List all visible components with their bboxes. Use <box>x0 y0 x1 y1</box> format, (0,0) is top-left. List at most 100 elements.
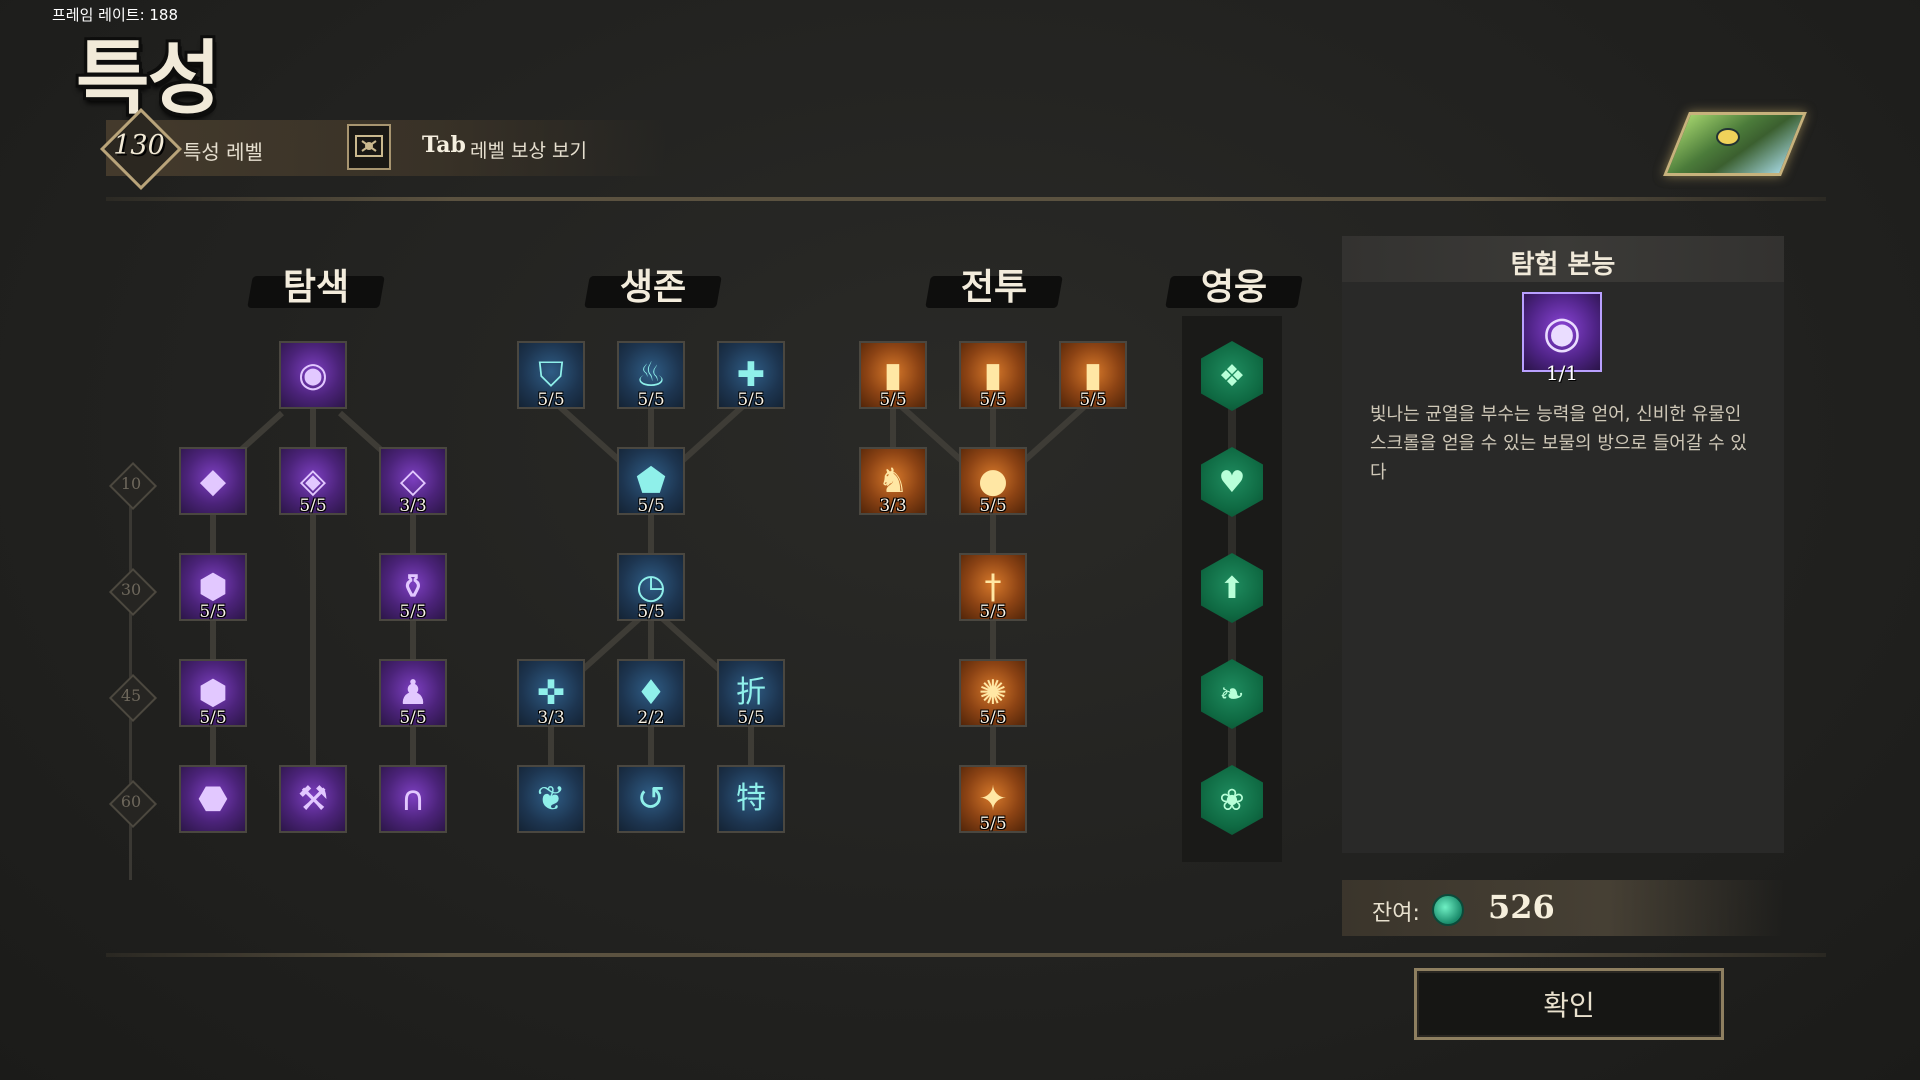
glyph-fold-icon: 折 <box>736 675 766 710</box>
confirm-button[interactable]: 확인 <box>1414 968 1724 1040</box>
combat-node-r3c2[interactable]: ✺ 5/5 <box>959 659 1027 728</box>
node-count: 5/5 <box>879 390 907 410</box>
crystal-icon: ◆ <box>199 461 227 501</box>
swirl-portal-icon: ◉ <box>1522 292 1602 372</box>
beast-icon: ♞ <box>877 461 909 501</box>
combat-node-r0c2[interactable]: ▮ 5/5 <box>959 341 1027 410</box>
level-reward-label[interactable]: 레벨 보상 보기 <box>470 136 587 163</box>
exploration-node-r2c1[interactable]: ⬢ 5/5 <box>179 553 247 622</box>
glyph-special-icon: 特 <box>736 781 766 816</box>
top-divider <box>106 197 1826 201</box>
detail-title: 탐험 본능 <box>1510 250 1616 280</box>
exploration-node-r4c3[interactable]: ∩ <box>379 765 447 833</box>
combat-node-r1c2[interactable]: ● 5/5 <box>959 447 1027 516</box>
survival-node-r0c3[interactable]: ✚ 5/5 <box>717 341 785 410</box>
combat-node-r2c2[interactable]: † 5/5 <box>959 553 1027 622</box>
rune-diamond-icon: ◇ <box>399 461 427 501</box>
level-marker-30-label: 30 <box>120 580 142 599</box>
node-count: 5/5 <box>299 496 327 516</box>
survival-node-r4c1[interactable]: ❦ <box>517 765 585 833</box>
treasure-pot-icon: ⚱ <box>398 567 428 607</box>
sword-icon: † <box>984 567 1002 607</box>
node-count: 5/5 <box>979 496 1007 516</box>
category-combat-title: 전투 <box>934 266 1054 310</box>
category-survival-title: 생존 <box>593 266 713 310</box>
leaf-icon: ❀ <box>1219 782 1245 818</box>
exploration-node-r1c2[interactable]: ◈ 5/5 <box>279 447 347 516</box>
connector <box>410 500 416 800</box>
survival-node-r4c3[interactable]: 特 <box>717 765 785 833</box>
exploration-node-r3c3[interactable]: ♟ 5/5 <box>379 659 447 728</box>
explosion-icon: ✺ <box>978 673 1008 713</box>
node-count: 5/5 <box>979 602 1007 622</box>
coins-stack-icon: ⬢ <box>198 673 228 713</box>
category-hero-title: 영웅 <box>1174 266 1294 310</box>
star-burst-icon: ✦ <box>978 779 1008 819</box>
money-bag-icon: ♟ <box>397 673 429 713</box>
combat-node-r0c3[interactable]: ▮ 5/5 <box>1059 341 1127 410</box>
survival-node-r3c3[interactable]: 折 5/5 <box>717 659 785 728</box>
eagle-icon: ❖ <box>1218 358 1246 394</box>
clock-icon: ◷ <box>636 567 666 607</box>
node-count: 3/3 <box>879 496 907 516</box>
heal-plus-icon: ✚ <box>736 355 766 395</box>
category-exploration-title: 탐색 <box>256 266 376 310</box>
node-count: 5/5 <box>637 390 665 410</box>
leaf-wings-icon: ❧ <box>1219 676 1245 712</box>
node-count: 5/5 <box>399 708 427 728</box>
node-count: 5/5 <box>737 708 765 728</box>
node-count: 3/3 <box>537 708 565 728</box>
bomb-icon: ● <box>978 461 1008 501</box>
level-marker-60-label: 60 <box>120 792 142 811</box>
survival-node-r2c2[interactable]: ◷ 5/5 <box>617 553 685 622</box>
card-gold-icon: ▮ <box>1083 355 1103 395</box>
remaining-label: 잔여: <box>1372 901 1420 926</box>
exploration-root-node[interactable]: ◉ <box>279 341 347 409</box>
connector <box>680 404 745 463</box>
connector <box>210 500 216 800</box>
survival-node-r3c2[interactable]: ♦ 2/2 <box>617 659 685 728</box>
armor-icon: ⛉ <box>538 355 564 395</box>
node-count: 5/5 <box>199 708 227 728</box>
swirl-portal-icon: ◉ <box>298 355 328 395</box>
level-marker-10-label: 10 <box>120 474 142 493</box>
coin-icon: ⬢ <box>198 567 228 607</box>
rotate-icon: ↺ <box>636 779 666 819</box>
arrow-up-icon: ⬆ <box>1219 570 1245 606</box>
exploration-node-r2c3[interactable]: ⚱ 5/5 <box>379 553 447 622</box>
survival-node-r0c2[interactable]: ♨ 5/5 <box>617 341 685 410</box>
scroll-reward-icon <box>355 135 383 157</box>
survival-node-r3c1[interactable]: ✜ 3/3 <box>517 659 585 728</box>
node-count: 5/5 <box>399 602 427 622</box>
node-count: 5/5 <box>979 814 1007 834</box>
regen-plus-icon: ✜ <box>536 673 566 713</box>
combat-node-r0c1[interactable]: ▮ 5/5 <box>859 341 927 410</box>
remaining-value: 526 <box>1488 888 1555 926</box>
hero-portrait-eye <box>1716 128 1740 146</box>
survival-node-r0c1[interactable]: ⛉ 5/5 <box>517 341 585 410</box>
connector <box>1022 404 1087 463</box>
exploration-node-r4c2[interactable]: ⚒ <box>279 765 347 833</box>
node-count: 5/5 <box>737 390 765 410</box>
tab-key-label: Tab <box>422 132 466 158</box>
shield-icon: ⬟ <box>636 461 666 501</box>
combat-node-r4c2[interactable]: ✦ 5/5 <box>959 765 1027 834</box>
survival-node-r1c2[interactable]: ⬟ 5/5 <box>617 447 685 516</box>
exploration-node-r3c1[interactable]: ⬢ 5/5 <box>179 659 247 728</box>
node-count: 5/5 <box>637 602 665 622</box>
exploration-node-r1c1[interactable]: ◆ <box>179 447 247 515</box>
gate-icon: ∩ <box>400 779 426 819</box>
node-count: 5/5 <box>979 390 1007 410</box>
node-count: 5/5 <box>199 602 227 622</box>
level-reward-button[interactable] <box>347 124 391 170</box>
combat-node-r1c1[interactable]: ♞ 3/3 <box>859 447 927 516</box>
anvil-icon: ⚒ <box>297 779 329 819</box>
heart-icon: ♥ <box>1218 464 1246 500</box>
trait-level-label: 특성 레벨 <box>183 140 263 164</box>
connector <box>557 404 622 463</box>
level-marker-45-label: 45 <box>120 686 142 705</box>
exploration-node-r1c3[interactable]: ◇ 3/3 <box>379 447 447 516</box>
node-count: 5/5 <box>637 496 665 516</box>
exploration-node-r4c1[interactable]: ⬣ <box>179 765 247 833</box>
survival-node-r4c2[interactable]: ↺ <box>617 765 685 833</box>
